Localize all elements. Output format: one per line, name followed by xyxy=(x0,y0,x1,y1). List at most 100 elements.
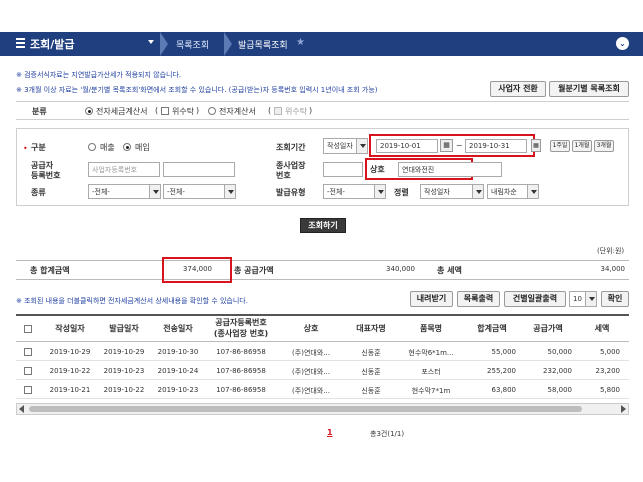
sort-label: 정렬 xyxy=(394,188,409,197)
col-header-send-date: 전송일자 xyxy=(163,324,193,333)
quick-1month-button[interactable]: 1개월 xyxy=(572,140,592,152)
subbiz-number-input[interactable] xyxy=(323,162,363,177)
kind-select-2[interactable]: -전체- xyxy=(163,184,236,199)
radio-einvoice[interactable] xyxy=(208,107,216,115)
col-header-supply: 공급가액 xyxy=(533,324,563,333)
page-link-current[interactable]: 1 xyxy=(327,428,333,437)
list-hint: ※ 조회된 내용을 더블클릭하면 전자세금계산서 상세내용을 확인할 수 있습니… xyxy=(16,297,248,305)
etax-consign-checkbox[interactable] xyxy=(161,107,169,115)
row-checkbox[interactable] xyxy=(24,386,32,394)
paren-open: ( xyxy=(155,106,159,115)
supply-amount-value: 340,000 xyxy=(386,265,415,273)
supplier-regno-input-2[interactable] xyxy=(163,162,235,177)
unit-label: (단위:원) xyxy=(597,247,625,255)
row-checkbox[interactable] xyxy=(24,348,32,356)
radio-etax[interactable] xyxy=(85,107,93,115)
scroll-right-icon[interactable] xyxy=(621,405,626,413)
cell-ceo: 신동훈 xyxy=(361,387,381,395)
einvoice-consign-label: 위수탁 xyxy=(285,107,308,116)
divider xyxy=(16,119,629,120)
date-from-input[interactable]: 2019-10-01 xyxy=(376,139,438,153)
radio-buy-label: 매입 xyxy=(135,143,150,152)
kind-label: 종류 xyxy=(31,188,46,197)
breadcrumb-separator-icon xyxy=(160,32,170,56)
paren-close: ) xyxy=(309,106,313,115)
period-basis-select[interactable]: 작성일자 xyxy=(323,138,368,154)
total-amount-value: 374,000 xyxy=(183,265,212,273)
category-label: 분류 xyxy=(32,107,47,116)
scroll-left-icon[interactable] xyxy=(19,405,24,413)
date-to-input[interactable]: 2019-10-31 xyxy=(465,139,527,153)
cell-total: 63,800 xyxy=(491,386,517,394)
cell-total: 255,200 xyxy=(487,367,516,375)
batch-print-button[interactable]: 건별일괄출력 xyxy=(504,291,566,307)
paren-close: ) xyxy=(196,106,200,115)
type-label: 구분 xyxy=(31,143,46,152)
cell-issue-date: 2019-10-22 xyxy=(103,386,145,394)
notice-line-2: ※ 3개월 이상 자료는 '월/분기별 목록조회'화면에서 조회할 수 있습니다… xyxy=(16,86,378,94)
required-mark-icon: • xyxy=(23,144,28,153)
etax-consign-label: 위수탁 xyxy=(172,107,195,116)
select-all-checkbox[interactable] xyxy=(24,325,32,333)
subbiz-label-2: 번호 xyxy=(276,171,291,180)
col-header-item: 품목명 xyxy=(419,324,443,333)
cell-supplier-regno: 107-86-86958 xyxy=(216,386,266,394)
breadcrumb-issue-list[interactable]: 발급목록조회 xyxy=(238,38,288,51)
collapse-chevron-icon[interactable]: ⌄ xyxy=(616,37,629,50)
col-header-subbiz-no: (종사업장 번호) xyxy=(213,329,269,338)
print-list-button[interactable]: 목록출력 xyxy=(457,291,500,307)
chevron-down-icon[interactable] xyxy=(148,40,154,44)
col-header-issue-date: 발급일자 xyxy=(109,324,139,333)
cell-write-date: 2019-10-22 xyxy=(49,367,91,375)
cell-supply: 58,000 xyxy=(547,386,573,394)
kind-select-1[interactable]: -전체- xyxy=(88,184,161,199)
monthly-list-button[interactable]: 월분기별 목록조회 xyxy=(549,81,629,97)
cell-company: (주)연대와... xyxy=(292,368,330,376)
sort-by-select[interactable]: 작성일자 xyxy=(420,184,484,199)
cell-issue-date: 2019-10-23 xyxy=(103,367,145,375)
col-header-company: 상호 xyxy=(303,324,319,333)
date-separator: ~ xyxy=(456,141,463,150)
nav-title[interactable]: 조회/발급 xyxy=(30,36,75,52)
paren-open: ( xyxy=(268,106,272,115)
confirm-button[interactable]: 확인 xyxy=(601,291,629,307)
radio-etax-label: 전자세금계산서 xyxy=(96,107,148,116)
radio-buy[interactable] xyxy=(123,143,131,151)
cell-send-date: 2019-10-24 xyxy=(157,367,199,375)
menu-icon[interactable] xyxy=(16,38,25,49)
calendar-icon[interactable]: ▦ xyxy=(440,139,453,152)
pagination-total: 총3건(1/1) xyxy=(370,430,405,438)
col-header-supplier-regno: 공급자등록번호 xyxy=(215,318,267,327)
cell-item: 현수막6*1m... xyxy=(408,349,454,357)
switch-user-button[interactable]: 사업자 전환 xyxy=(490,81,546,97)
einvoice-consign-checkbox[interactable] xyxy=(274,107,282,115)
breadcrumb-list-lookup[interactable]: 목록조회 xyxy=(176,38,209,51)
cell-supplier-regno: 107-86-86958 xyxy=(216,348,266,356)
issue-type-select[interactable]: -전체- xyxy=(323,184,386,199)
company-input[interactable]: 연대와전진 xyxy=(398,162,502,177)
supply-amount-label: 총 공급가액 xyxy=(234,266,274,275)
quick-3month-button[interactable]: 3개월 xyxy=(594,140,614,152)
cell-ceo: 신동훈 xyxy=(361,349,381,357)
row-checkbox[interactable] xyxy=(24,367,32,375)
company-label: 상호 xyxy=(370,165,385,174)
cell-tax: 23,200 xyxy=(595,367,621,375)
cell-supply: 232,000 xyxy=(543,367,572,375)
page-size-select[interactable]: 10 xyxy=(569,291,597,307)
horizontal-scrollbar[interactable] xyxy=(16,403,629,415)
cell-total: 55,000 xyxy=(491,348,517,356)
quick-1week-button[interactable]: 1주일 xyxy=(550,140,570,152)
cell-supply: 50,000 xyxy=(547,348,573,356)
divider xyxy=(16,101,629,102)
favorite-star-icon[interactable]: ★ xyxy=(296,37,305,48)
tax-amount-label: 총 세액 xyxy=(437,266,462,275)
search-button[interactable]: 조회하기 xyxy=(300,218,346,233)
supplier-regno-input[interactable]: 사업자등록번호 xyxy=(88,162,160,177)
sort-order-select[interactable]: 내림차순 xyxy=(487,184,539,199)
radio-sell[interactable] xyxy=(88,143,96,151)
col-header-tax: 세액 xyxy=(594,324,610,333)
cell-item: 현수막7*1m xyxy=(411,387,451,395)
scroll-thumb[interactable] xyxy=(29,406,582,412)
download-button[interactable]: 내려받기 xyxy=(410,291,453,307)
calendar-icon[interactable]: ▦ xyxy=(531,139,541,152)
